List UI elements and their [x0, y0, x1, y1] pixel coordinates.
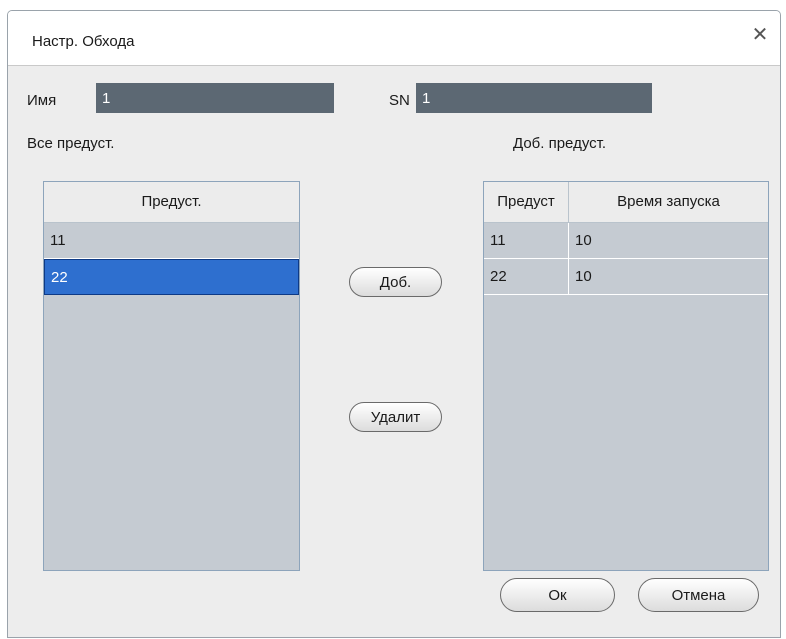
all-presets-table[interactable]: Предуст. 11 22 [43, 181, 300, 571]
ok-button[interactable]: Ок [500, 578, 615, 612]
column-header-preset[interactable]: Предуст [484, 182, 569, 222]
all-presets-label: Все предуст. [27, 135, 115, 152]
table-row-selected[interactable]: 22 [44, 259, 299, 295]
title-bar: Настр. Обхода ✕ [8, 11, 780, 66]
dialog-title: Настр. Обхода [32, 33, 135, 50]
column-header-start-time[interactable]: Время запуска [569, 182, 768, 222]
preset-cell: 22 [51, 269, 68, 286]
added-presets-label: Доб. предуст. [513, 135, 607, 152]
add-button[interactable]: Доб. [349, 267, 442, 297]
sn-field[interactable] [416, 83, 652, 113]
preset-cell: 11 [50, 232, 66, 249]
name-label: Имя [27, 92, 57, 109]
all-presets-header[interactable]: Предуст. [44, 182, 299, 223]
start-time-cell: 10 [575, 268, 592, 285]
name-field[interactable] [96, 83, 334, 113]
column-header-preset[interactable]: Предуст. [44, 182, 299, 222]
table-row[interactable]: 11 [44, 223, 299, 259]
sn-label: SN [389, 92, 410, 109]
added-presets-header[interactable]: Предуст Время запуска [484, 182, 768, 223]
table-row[interactable]: 22 10 [484, 259, 768, 295]
delete-button[interactable]: Удалит [349, 402, 442, 432]
close-icon[interactable]: ✕ [748, 23, 772, 47]
preset-cell: 22 [484, 259, 569, 294]
added-presets-table[interactable]: Предуст Время запуска 11 10 22 10 [483, 181, 769, 571]
preset-cell: 11 [484, 223, 569, 258]
patrol-settings-dialog: Настр. Обхода ✕ Имя SN Все предуст. Доб.… [7, 10, 781, 638]
table-row[interactable]: 11 10 [484, 223, 768, 259]
cancel-button[interactable]: Отмена [638, 578, 759, 612]
start-time-cell: 10 [575, 232, 592, 249]
